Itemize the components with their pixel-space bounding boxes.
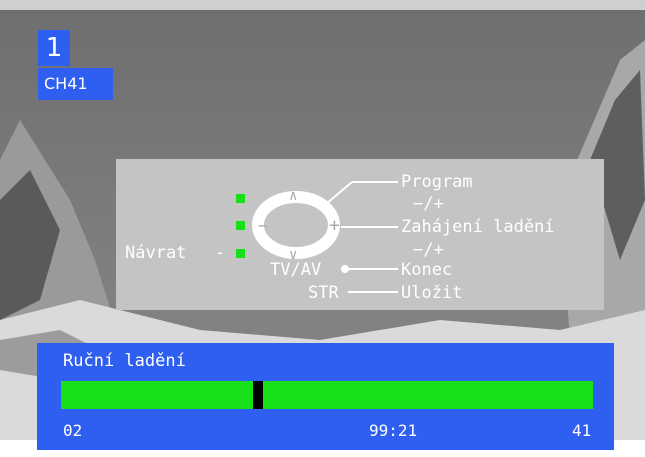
- tv-screen: 1 CH41 ∧ ∨ − + Návrat - Program −/+ Zahá…: [0, 0, 645, 457]
- program-keys-label: −/+: [413, 194, 444, 214]
- remote-minus-symbol: −: [258, 216, 268, 235]
- str-label: STR: [308, 283, 339, 303]
- end-label: Konec: [401, 260, 453, 280]
- start-tuning-label: Zahájení ladění: [401, 217, 555, 237]
- tuning-keys-label: −/+: [413, 240, 444, 260]
- save-label: Uložit: [401, 283, 463, 303]
- back-dash: -: [215, 243, 226, 263]
- channel-number: 1: [38, 30, 70, 66]
- remote-up-symbol: ∧: [289, 188, 298, 204]
- tuning-center-value: 99:21: [369, 421, 418, 440]
- tuning-progress-track: [61, 381, 593, 409]
- back-label: Návrat: [125, 243, 187, 263]
- channel-label: CH41: [38, 68, 113, 100]
- tvav-label: TV/AV: [270, 260, 322, 280]
- manual-tuning-panel: Ruční ladění 02 99:21 41: [37, 343, 614, 450]
- indicator-square-2: [236, 221, 245, 230]
- remote-plus-symbol: +: [329, 215, 340, 236]
- tuning-right-value: 41: [572, 421, 592, 440]
- indicator-square-1: [236, 194, 245, 203]
- manual-tuning-title: Ruční ladění: [63, 351, 186, 371]
- indicator-square-3: [236, 249, 245, 258]
- tuning-position-marker[interactable]: [253, 381, 263, 409]
- tuning-left-value: 02: [63, 421, 83, 440]
- program-label: Program: [401, 172, 473, 192]
- help-menu-panel: ∧ ∨ − + Návrat - Program −/+ Zahájení la…: [116, 159, 604, 310]
